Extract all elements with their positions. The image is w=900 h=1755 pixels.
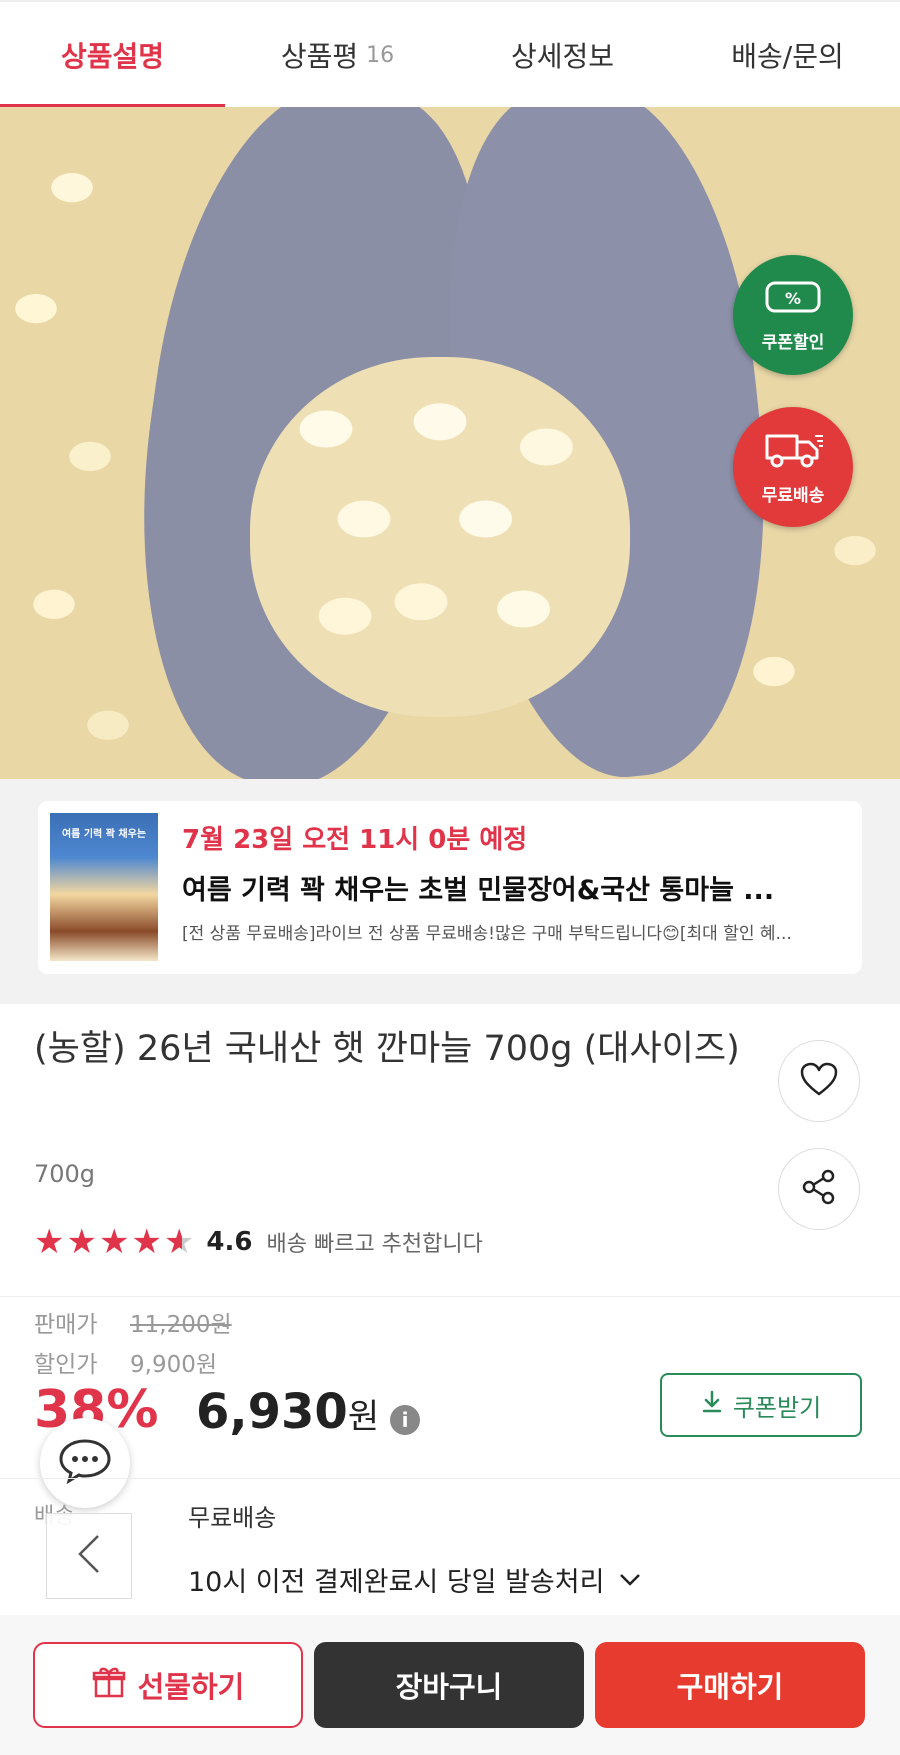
cart-button-label: 장바구니 [395,1670,503,1704]
chevron-down-icon [618,1564,642,1595]
divider [0,1478,900,1479]
share-button[interactable] [778,1148,860,1230]
final-price-unit: 원 [347,1397,380,1437]
discount-price-value: 9,900원 [130,1352,218,1378]
wishlist-button[interactable] [778,1040,860,1122]
tab-product-description[interactable]: 상품설명 [0,2,225,109]
star-icon: ★ [34,1222,65,1262]
get-coupon-button[interactable]: 쿠폰받기 [660,1373,862,1437]
gift-icon [92,1665,126,1706]
final-price: 6,930원 [196,1384,379,1440]
chat-bubble-icon [57,1437,113,1489]
product-option: 700g [34,1160,96,1188]
discount-price-row: 할인가 9,900원 [34,1345,217,1379]
tab-label: 배송/문의 [731,40,844,73]
chat-button[interactable] [40,1418,130,1508]
download-icon [701,1390,723,1420]
live-broadcast-card[interactable]: 여름 기력 꽉 채우는 7월 23일 오전 11시 0분 예정 여름 기력 꽉 … [38,801,862,974]
product-title: (농할) 26년 국내산 햇 깐마늘 700g (대사이즈) [34,1029,740,1069]
chevron-left-icon [74,1532,104,1580]
badge-label: 무료배송 [761,486,825,506]
coupon-button-label: 쿠폰받기 [732,1393,822,1422]
live-thumbnail-text: 여름 기력 꽉 채우는 [61,829,147,840]
live-description: [전 상품 무료배송]라이브 전 상품 무료배송!많은 구매 부탁드립니다😊[최… [182,924,792,944]
discount-price-label: 할인가 [34,1352,98,1378]
tab-label: 상품평 [280,40,359,73]
coupon-discount-badge[interactable]: % 쿠폰할인 [733,255,853,375]
star-icon: ★ [66,1222,97,1262]
tab-label: 상품설명 [60,40,165,73]
review-summary: 배송 빠르고 추천합니다 [266,1232,483,1257]
tab-reviews[interactable]: 상품평 16 [225,2,450,108]
free-shipping-badge[interactable]: 무료배송 [733,407,853,527]
tab-shipping-inquiry[interactable]: 배송/문의 [675,2,900,108]
live-thumbnail: 여름 기력 꽉 채우는 [50,813,158,961]
star-icon: ★ [98,1222,130,1262]
garlic-cloves [250,357,630,717]
gift-button-label: 선물하기 [137,1670,245,1704]
delivery-truck-icon [761,428,825,475]
rating-row[interactable]: ★ ★ ★ ★ ★ 4.6 배송 빠르고 추천합니다 [34,1222,483,1262]
review-count: 16 [366,42,395,68]
buy-button[interactable]: 구매하기 [595,1642,865,1728]
cart-button[interactable]: 장바구니 [314,1642,584,1728]
buy-button-label: 구매하기 [676,1670,784,1704]
shipping-value: 무료배송 [188,1504,277,1532]
heart-icon [799,1061,839,1101]
gift-button[interactable]: 선물하기 [33,1642,303,1728]
tab-label: 상세정보 [510,40,615,73]
sale-price-row: 판매가 11,200원 [34,1305,232,1339]
tab-details[interactable]: 상세정보 [450,2,675,108]
price-info-icon[interactable]: i [390,1405,420,1435]
divider [0,1296,900,1297]
live-schedule-date: 7월 23일 오전 11시 0분 예정 [182,825,528,855]
shipping-note-toggle[interactable]: 10시 이전 결제완료시 당일 발송처리 [188,1560,642,1599]
final-price-value: 6,930 [196,1384,348,1440]
bottom-action-bar: 선물하기 장바구니 구매하기 [0,1615,900,1755]
badge-label: 쿠폰할인 [761,333,825,353]
tab-bar: 상품설명 상품평 16 상세정보 배송/문의 [0,0,900,109]
coupon-percent-icon: % [763,277,823,322]
product-hero-image[interactable]: % 쿠폰할인 무료배송 [0,107,900,779]
share-icon [799,1167,839,1211]
shipping-note: 10시 이전 결제완료시 당일 발송처리 [188,1567,605,1598]
sale-price-value: 11,200원 [130,1312,232,1338]
svg-text:%: % [785,289,801,308]
back-button[interactable] [46,1513,132,1599]
live-title: 여름 기력 꽉 채우는 초벌 민물장어&국산 통마늘 ... [182,875,775,906]
sale-price-label: 판매가 [34,1312,98,1338]
rating-value: 4.6 [206,1227,253,1257]
star-icon: ★ [131,1222,162,1262]
live-section: 여름 기력 꽉 채우는 7월 23일 오전 11시 0분 예정 여름 기력 꽉 … [0,779,900,1004]
half-star-icon: ★ [163,1222,195,1262]
